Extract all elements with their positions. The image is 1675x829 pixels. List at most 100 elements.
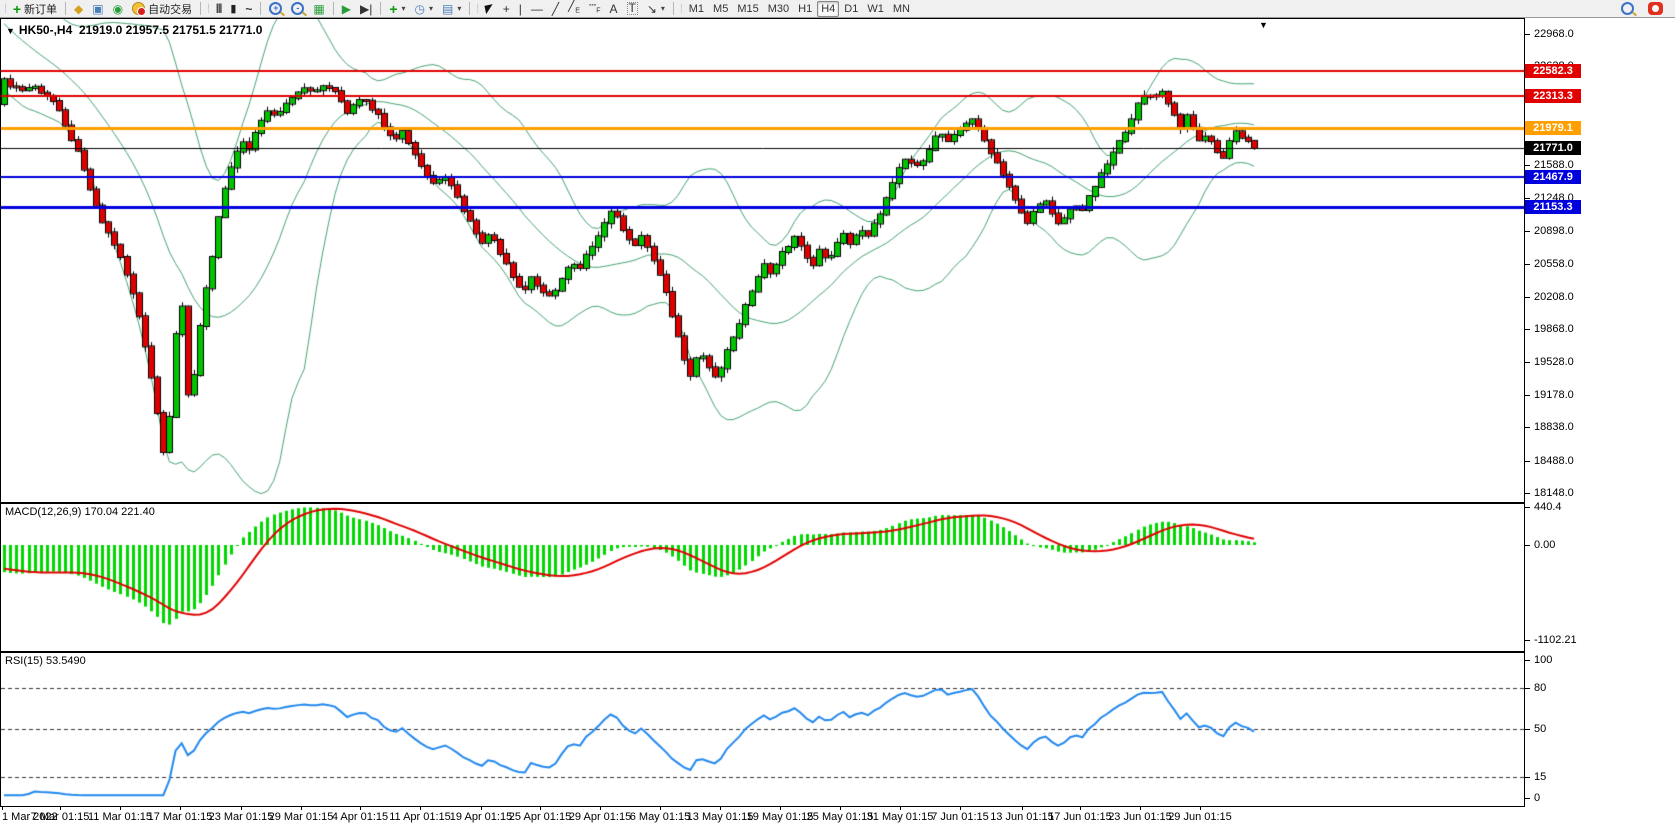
date-tick xyxy=(1140,807,1141,810)
chart-shift-icon: ▶| xyxy=(360,2,372,16)
separator xyxy=(65,2,66,15)
separator xyxy=(200,2,201,15)
main-chart-canvas[interactable] xyxy=(1,19,1524,502)
date-tick xyxy=(720,807,721,810)
new-order-plus-icon: + xyxy=(13,2,21,16)
line-chart-button[interactable]: ~ xyxy=(241,1,256,17)
axis-tick xyxy=(1525,427,1530,428)
text-label-button[interactable]: T xyxy=(623,1,642,17)
crosshair-button[interactable]: + xyxy=(499,1,514,17)
date-tick xyxy=(1200,807,1201,810)
zoom-out-button[interactable]: - xyxy=(287,1,308,17)
chart-shift-marker[interactable]: ▼ xyxy=(1259,20,1268,30)
horizontal-line-button[interactable]: — xyxy=(527,1,547,17)
price-axis[interactable]: 22968.022628.022278.021938.021588.021248… xyxy=(1525,18,1675,829)
indicators-button[interactable]: +▾ xyxy=(385,1,409,17)
chart-title: ▼HK50-,H4 21919.0 21957.5 21751.5 21771.… xyxy=(6,23,262,37)
chart-shift-button[interactable]: ▶| xyxy=(356,1,376,17)
axis-tick xyxy=(1525,493,1530,494)
cursor-button[interactable]: ◤ xyxy=(481,1,497,17)
price-tick-label: 22968.0 xyxy=(1534,27,1574,41)
templates-button[interactable]: ▤▾ xyxy=(438,1,465,17)
tile-windows-button[interactable]: ▦ xyxy=(309,1,328,17)
fibonacci-icon: ┄F xyxy=(589,0,601,19)
notification-icon xyxy=(1648,2,1663,15)
date-label: 13 Jun 01:15 xyxy=(990,811,1054,823)
symbol-dropdown-icon[interactable]: ▼ xyxy=(6,26,15,36)
macd-label: MACD(12,26,9) 170.04 221.40 xyxy=(5,506,155,518)
date-tick xyxy=(780,807,781,810)
price-line-label: 21467.9 xyxy=(1525,170,1581,184)
chart-window-button[interactable]: ▣ xyxy=(88,1,107,17)
vertical-line-button[interactable]: | xyxy=(515,1,526,17)
axis-tick xyxy=(1525,777,1530,778)
timeframe-m30[interactable]: M30 xyxy=(764,1,793,17)
clock-icon: ◷ xyxy=(415,2,425,16)
timeframe-w1[interactable]: W1 xyxy=(863,1,888,17)
date-tick xyxy=(900,807,901,810)
arrows-button[interactable]: ↘▾ xyxy=(643,1,669,17)
new-order-button[interactable]: + 新订单 xyxy=(9,1,61,17)
fibonacci-button[interactable]: ┄F xyxy=(585,1,605,17)
rsi-canvas[interactable] xyxy=(1,653,1524,806)
timeframe-mn[interactable]: MN xyxy=(889,1,914,17)
date-tick xyxy=(960,807,961,810)
notifications-button[interactable] xyxy=(1644,1,1667,17)
date-label: 7 Mar 01:15 xyxy=(31,811,90,823)
axis-tick xyxy=(1525,264,1530,265)
new-order-label: 新订单 xyxy=(24,1,57,17)
signals-button[interactable]: ◉ xyxy=(109,1,127,17)
terminal-window: ┊ + 新订单 ◆ ▣ ◉ 自动交易 ┊ ||| ▮ ~ + - ▦ ▶ ▶| … xyxy=(0,0,1675,829)
tile-windows-icon: ▦ xyxy=(313,2,324,16)
trendline-button[interactable]: ╱ xyxy=(548,1,563,17)
rsi-tick-label: 15 xyxy=(1534,770,1546,784)
timeframe-m5[interactable]: M5 xyxy=(709,1,732,17)
main-chart-panel: ▼HK50-,H4 21919.0 21957.5 21751.5 21771.… xyxy=(0,18,1525,503)
axis-tick xyxy=(1525,329,1530,330)
axis-tick xyxy=(1525,461,1530,462)
channel-button[interactable]: ╱E xyxy=(564,1,584,17)
price-tick-label: 19178.0 xyxy=(1534,388,1574,402)
date-tick xyxy=(420,807,421,810)
market-watch-button[interactable]: ◆ xyxy=(70,1,87,17)
date-tick xyxy=(1022,807,1023,810)
rsi-tick-label: 0 xyxy=(1534,791,1540,805)
autotrading-button[interactable]: 自动交易 xyxy=(128,1,196,17)
chart-window-icon: ▣ xyxy=(92,2,103,16)
candlestick-chart-button[interactable]: ▮ xyxy=(226,1,240,17)
axis-tick xyxy=(1525,231,1530,232)
toolbar-grip: ┊ xyxy=(475,4,479,13)
date-tick xyxy=(60,807,61,810)
text-button[interactable]: A xyxy=(605,1,621,17)
axis-tick xyxy=(1525,640,1530,641)
date-label: 23 Mar 01:15 xyxy=(209,811,274,823)
separator xyxy=(380,2,381,15)
timeframe-m1[interactable]: M1 xyxy=(685,1,708,17)
date-tick xyxy=(540,807,541,810)
macd-panel: MACD(12,26,9) 170.04 221.40 xyxy=(0,503,1525,652)
macd-canvas[interactable] xyxy=(1,504,1524,651)
zoom-in-button[interactable]: + xyxy=(265,1,286,17)
timeframe-m15[interactable]: M15 xyxy=(733,1,762,17)
date-label: 25 Apr 01:15 xyxy=(509,811,571,823)
auto-scroll-button[interactable]: ▶ xyxy=(338,1,355,17)
bar-chart-button[interactable]: ||| xyxy=(212,1,225,17)
toolbar-grip: ┊ xyxy=(3,4,7,13)
separator xyxy=(469,2,470,15)
zoom-out-icon: - xyxy=(291,2,304,15)
date-label: 17 Mar 01:15 xyxy=(148,811,213,823)
search-icon xyxy=(1621,2,1634,15)
search-button[interactable] xyxy=(1617,1,1638,17)
timeframe-d1[interactable]: D1 xyxy=(840,1,862,17)
periods-button[interactable]: ◷▾ xyxy=(411,1,438,17)
timeframe-h1[interactable]: H1 xyxy=(794,1,816,17)
price-tick-label: 19868.0 xyxy=(1534,322,1574,336)
timeframe-h4[interactable]: H4 xyxy=(817,1,839,17)
date-label: 7 Jun 01:15 xyxy=(931,811,989,823)
date-label: 25 May 01:15 xyxy=(807,811,874,823)
price-line-label: 21771.0 xyxy=(1525,141,1581,155)
date-axis[interactable]: 1 Mar 20227 Mar 01:1511 Mar 01:1517 Mar … xyxy=(0,807,1525,829)
candlestick-icon: ▮ xyxy=(230,2,236,16)
price-tick-label: 19528.0 xyxy=(1534,355,1574,369)
date-label: 13 May 01:15 xyxy=(687,811,754,823)
